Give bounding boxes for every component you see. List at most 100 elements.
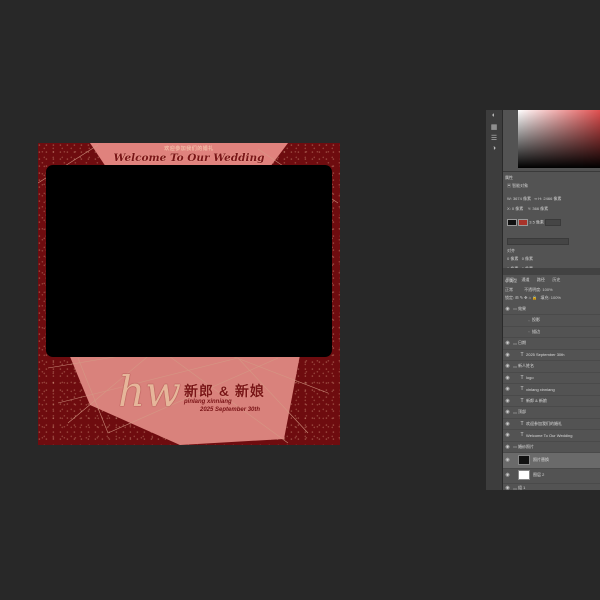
layer-row[interactable]: ◉ ▭ 新人姓名 xyxy=(503,361,600,373)
document-canvas[interactable]: 欢迎参加我们的婚礼 Welcome To Our Wedding hw 新郎 &… xyxy=(38,143,340,445)
layer-filter[interactable]: Q 类型 xyxy=(505,278,517,284)
blend-row: 正常 不透明度: 100% xyxy=(505,287,553,293)
h-input[interactable]: 2466 像素 xyxy=(543,196,561,201)
lock-label: 锁定: xyxy=(505,295,515,300)
fill-label: 填充: xyxy=(540,295,550,300)
layer-thumbnail xyxy=(518,470,530,480)
text-layer-icon: T xyxy=(520,420,524,427)
banner-title: Welcome To Our Wedding xyxy=(113,152,265,164)
align-label: 对齐 xyxy=(507,248,515,253)
layer-name: 新人姓名 xyxy=(518,363,534,368)
fill-input[interactable]: 100% xyxy=(551,295,561,300)
visibility-eye-icon[interactable]: ◉ xyxy=(503,432,512,438)
layer-name: 效果 xyxy=(518,305,526,311)
stroke-type-dropdown[interactable] xyxy=(545,219,562,226)
layer-row[interactable]: ◉ ▭ 组 1 xyxy=(503,483,600,490)
text-layer-icon: T xyxy=(520,351,524,358)
layer-type-label: 智能对象 xyxy=(512,183,529,188)
layer-name: 顶部 xyxy=(518,409,526,414)
y-label: Y: xyxy=(527,206,532,211)
pad-row-1: 0 像素 0 像素 xyxy=(507,256,533,262)
layer-name: 2025 September 30th xyxy=(526,352,565,357)
lock-icons[interactable]: ⊞ ✎ ✥ ⌂ 🔒 xyxy=(515,295,537,300)
layer-row[interactable]: ◉ ▭ 效果 xyxy=(503,303,600,315)
text-layer-icon: T xyxy=(520,386,524,392)
tab-paths[interactable]: 路径 xyxy=(537,277,545,282)
layer-row[interactable]: ◉ Tlogo xyxy=(503,372,600,384)
panel-toolstrip: ◐ ▦ ☰ ◑ xyxy=(486,110,503,490)
layer-row[interactable]: ◉ 照片替换 xyxy=(503,452,600,469)
stroke-swatch[interactable] xyxy=(518,219,529,226)
corner-radius-field[interactable] xyxy=(507,238,569,245)
position-row: X: 0 像素 Y: 366 像素 xyxy=(507,206,548,212)
layer-row[interactable]: ◦ 投影 xyxy=(503,315,600,327)
visibility-eye-icon[interactable]: ◉ xyxy=(503,340,512,346)
layer-name: 图层 2 xyxy=(533,472,545,477)
x-input[interactable]: 0 像素 xyxy=(512,206,523,211)
text-layer-icon: T xyxy=(520,397,524,404)
size-row: W: 3674 像素 ∞ H: 2466 像素 xyxy=(507,196,561,202)
swatches-icon[interactable]: ▦ xyxy=(486,121,502,132)
h-label: H: xyxy=(538,196,543,201)
layer-row[interactable]: ◦ 描边 xyxy=(503,326,600,338)
y-input[interactable]: 366 像素 xyxy=(532,206,548,211)
divider xyxy=(503,171,600,172)
visibility-eye-icon[interactable]: ◉ xyxy=(503,352,512,358)
layer-name: 欢迎参加我们的婚礼 xyxy=(526,420,562,426)
layer-row[interactable]: ◉ 图层 2 xyxy=(503,468,600,484)
layer-name: 组 1 xyxy=(518,485,526,490)
w-input[interactable]: 3674 像素 xyxy=(513,196,531,201)
visibility-eye-icon[interactable]: ◉ xyxy=(503,306,512,312)
layer-name: logo xyxy=(526,375,534,380)
layer-row[interactable]: ◉ T 欢迎参加我们的婚礼 xyxy=(503,418,600,430)
visibility-eye-icon[interactable]: ◉ xyxy=(503,457,512,463)
layers-list: ◉ ▭ 效果 ◦ 投影 ◦ 描边 ◉ ▭ 日期 ◉ T 2025 September 30th ◉ ▭ 新人姓… xyxy=(503,303,600,490)
fill-swatch[interactable] xyxy=(507,219,517,226)
visibility-eye-icon[interactable]: ◉ xyxy=(503,409,512,415)
layer-row[interactable]: ◉ T 2025 September 30th xyxy=(503,349,600,361)
link-icon[interactable]: ∞ xyxy=(534,196,537,201)
blend-mode-dropdown[interactable]: 正常 xyxy=(505,287,513,292)
pad-top-input[interactable]: 0 像素 xyxy=(507,256,518,261)
color-icon[interactable]: ◐ xyxy=(486,110,502,121)
visibility-eye-icon[interactable]: ◉ xyxy=(503,421,512,427)
visibility-eye-icon[interactable]: ◉ xyxy=(503,375,512,381)
layer-name: xinlang xinniang xyxy=(526,386,555,392)
properties-icon[interactable]: ☰ xyxy=(486,132,502,143)
layer-row[interactable]: ◉ ▭ 顶部 xyxy=(503,407,600,419)
visibility-eye-icon[interactable]: ◉ xyxy=(503,485,512,490)
visibility-eye-icon[interactable]: ◉ xyxy=(503,363,512,369)
layer-row[interactable]: ◉ ▭ 日期 xyxy=(503,338,600,350)
smart-object-icon: ▣ xyxy=(507,183,511,188)
couple-names-en: pinlang xinniang xyxy=(184,399,232,405)
layer-row[interactable]: ◉ T 新郎 & 新娘 xyxy=(503,395,600,407)
visibility-eye-icon[interactable]: ◉ xyxy=(503,472,512,478)
visibility-eye-icon[interactable]: ◉ xyxy=(503,444,512,450)
color-picker-field[interactable] xyxy=(518,110,600,168)
tab-channels[interactable]: 通道 xyxy=(521,277,529,282)
lock-row: 锁定: ⊞ ✎ ✥ ⌂ 🔒 填充: 100% xyxy=(505,295,561,301)
stroke-width-input[interactable]: 3.5 像素 xyxy=(529,220,544,225)
layers-tabs: 图层 通道 路径 历史 xyxy=(503,268,600,282)
wedding-date: 2025 September 30th xyxy=(200,407,261,413)
adjust-icon[interactable]: ◑ xyxy=(486,143,502,154)
layer-name: 描边 xyxy=(532,328,540,334)
layer-row[interactable]: ◉ Txinlang xinniang xyxy=(503,384,600,396)
layer-name: 照片替换 xyxy=(533,457,549,462)
layer-name: 投影 xyxy=(532,317,540,322)
properties-tab[interactable]: 属性 xyxy=(505,175,513,181)
visibility-eye-icon[interactable]: ◉ xyxy=(503,398,512,404)
tab-history[interactable]: 历史 xyxy=(552,277,560,282)
pad-right-input[interactable]: 0 像素 xyxy=(522,256,533,261)
text-layer-icon: T xyxy=(520,432,524,438)
photo-placeholder[interactable] xyxy=(46,165,332,357)
layer-row[interactable]: ◉ ▭ 婚纱照片 xyxy=(503,441,600,453)
monogram-logo: hw xyxy=(118,367,181,416)
x-label: X: xyxy=(507,206,511,211)
layer-row[interactable]: ◉ T Welcome To Our Wedding xyxy=(503,430,600,442)
opacity-input[interactable]: 100% xyxy=(542,287,552,292)
fill-stroke-row: 3.5 像素 xyxy=(507,219,563,226)
visibility-eye-icon[interactable]: ◉ xyxy=(503,386,512,392)
opacity-label: 不透明度: xyxy=(524,287,542,292)
layer-name: 日期 xyxy=(518,340,526,345)
